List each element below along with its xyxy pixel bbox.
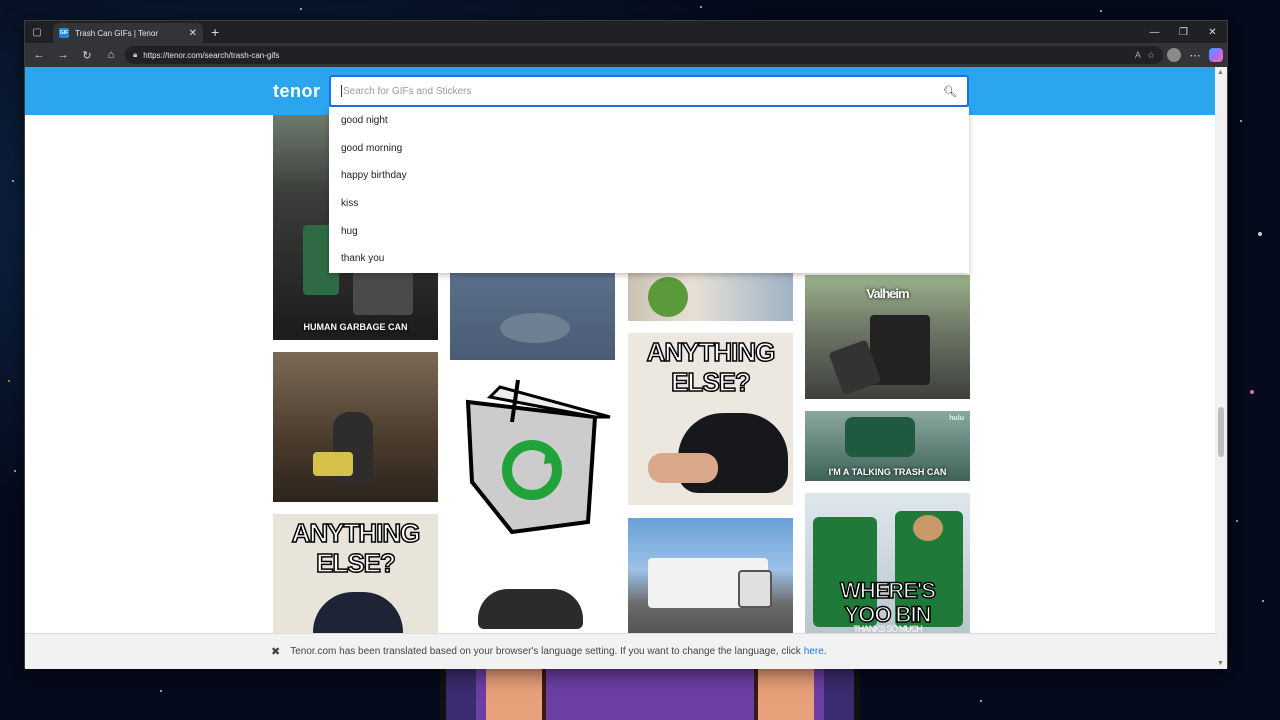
profile-avatar-icon[interactable] xyxy=(1167,48,1181,62)
gif-wheres-yoo-bin[interactable]: WHERE'S YOO BIN THANKS SO MUCH xyxy=(805,493,970,633)
tab-active[interactable]: GIF Trash Can GIFs | Tenor ✕ xyxy=(53,23,203,43)
tab-actions-icon[interactable]: ▢ xyxy=(25,21,49,43)
meme-text-line2: YOO BIN xyxy=(844,602,932,627)
search-icon[interactable]: 🔍︎ xyxy=(943,85,957,98)
trash-opening-shape xyxy=(313,592,403,634)
toy-shape xyxy=(648,277,688,317)
banner-message: Tenor.com has been translated based on y… xyxy=(290,646,801,657)
suggestion-item[interactable]: hug xyxy=(329,217,969,245)
desktop-wallpaper-figure xyxy=(440,668,860,720)
window-controls: — ❐ ✕ xyxy=(1140,21,1227,43)
banner-trailing: . xyxy=(823,646,827,657)
meme-text-line2: ELSE? xyxy=(670,367,751,397)
meme-text-line1: ANYTHING xyxy=(291,518,421,548)
change-language-link[interactable]: here xyxy=(804,646,824,657)
favorite-star-icon[interactable]: ☆ xyxy=(1147,50,1155,61)
scrollbar-thumb[interactable] xyxy=(1218,407,1224,457)
water-splash-shape xyxy=(500,313,570,343)
more-menu-icon[interactable]: ⋯ xyxy=(1185,45,1205,65)
url-text[interactable]: https://tenor.com/search/trash-can-gifs xyxy=(143,51,1129,60)
meme-text-line1: WHERE'S xyxy=(839,578,936,603)
refresh-icon[interactable]: ↻ xyxy=(77,45,97,65)
meme-text-line1: ANYTHING xyxy=(646,337,776,367)
close-tab-icon[interactable]: ✕ xyxy=(189,28,197,39)
scroll-down-icon[interactable]: ▼ xyxy=(1217,660,1224,667)
restore-icon[interactable]: ❐ xyxy=(1169,21,1198,43)
page-scrollbar[interactable]: ▲ ▼ xyxy=(1215,67,1227,669)
translation-banner: ✖ Tenor.com has been translated based on… xyxy=(25,633,1217,669)
forward-icon[interactable]: → xyxy=(53,45,73,65)
gif-garbage-truck[interactable] xyxy=(628,518,793,633)
tenor-logo[interactable]: tenor xyxy=(273,81,321,102)
hulu-watermark: hulu xyxy=(949,415,964,422)
gif-talking-trash-can[interactable]: hulu I'M A TALKING TRASH CAN xyxy=(805,411,970,481)
yellow-bag-shape xyxy=(313,452,353,476)
back-icon[interactable]: ← xyxy=(29,45,49,65)
gif-caption: Valheim xyxy=(866,286,909,301)
tab-title: Trash Can GIFs | Tenor xyxy=(75,28,158,38)
text-caret xyxy=(341,85,342,97)
truck-cab-shape xyxy=(738,570,772,608)
gif-recycle-bin-pixel[interactable] xyxy=(450,372,615,537)
gif-caption: I'M A TALKING TRASH CAN xyxy=(828,467,947,477)
lock-icon[interactable]: 🔒︎ xyxy=(133,50,137,60)
copilot-icon[interactable] xyxy=(1209,48,1223,62)
gif-trash-can-dark[interactable] xyxy=(450,549,615,639)
suggestion-item[interactable]: good morning xyxy=(329,135,969,163)
close-banner-icon[interactable]: ✖ xyxy=(271,645,280,658)
close-window-icon[interactable]: ✕ xyxy=(1198,21,1227,43)
suggestion-item[interactable]: kiss xyxy=(329,190,969,218)
gif-anything-else-mic[interactable]: ANYTHING ELSE? xyxy=(628,333,793,505)
address-bar[interactable]: 🔒︎ https://tenor.com/search/trash-can-gi… xyxy=(125,46,1163,64)
new-tab-icon[interactable]: + xyxy=(211,24,219,40)
browser-window: ▢ GIF Trash Can GIFs | Tenor ✕ + — ❐ ✕ ←… xyxy=(24,20,1228,669)
suggestion-item[interactable]: happy birthday xyxy=(329,162,969,190)
search-suggestions: good night good morning happy birthday k… xyxy=(329,107,969,273)
search-input[interactable] xyxy=(343,85,944,97)
black-lid-shape xyxy=(478,589,583,629)
search-box[interactable]: 🔍︎ xyxy=(329,75,969,107)
green-can-shape xyxy=(845,417,915,457)
recycle-bin-icon xyxy=(465,379,611,535)
gif-valheim[interactable]: Valheim xyxy=(805,275,970,399)
read-aloud-icon[interactable]: A xyxy=(1135,50,1141,60)
cat-shape xyxy=(913,515,943,541)
suggestion-item[interactable]: thank you xyxy=(329,245,969,273)
meme-subtext: THANKS SO MUCH xyxy=(853,624,923,633)
meme-text-line2: ELSE? xyxy=(315,548,396,578)
gif-woman-trash[interactable] xyxy=(273,352,438,502)
tab-bar: ▢ GIF Trash Can GIFs | Tenor ✕ + — ❐ ✕ xyxy=(25,21,1227,43)
gif-toy-hand[interactable] xyxy=(628,273,793,321)
gif-raccoon-water[interactable] xyxy=(450,273,615,360)
gif-anything-else[interactable]: ANYTHING ELSE? xyxy=(273,514,438,634)
home-icon[interactable]: ⌂ xyxy=(101,45,121,65)
minimize-icon[interactable]: — xyxy=(1140,21,1169,43)
tenor-favicon-icon: GIF xyxy=(59,28,69,38)
scroll-up-icon[interactable]: ▲ xyxy=(1217,69,1224,76)
hand-mic-shape xyxy=(648,453,718,483)
suggestion-item[interactable]: good night xyxy=(329,107,969,135)
browser-toolbar: ← → ↻ ⌂ 🔒︎ https://tenor.com/search/tras… xyxy=(25,43,1227,67)
tenor-page: tenor 🔍︎ good night good morning happy b… xyxy=(25,67,1217,669)
gif-caption: HUMAN GARBAGE CAN xyxy=(303,322,408,332)
